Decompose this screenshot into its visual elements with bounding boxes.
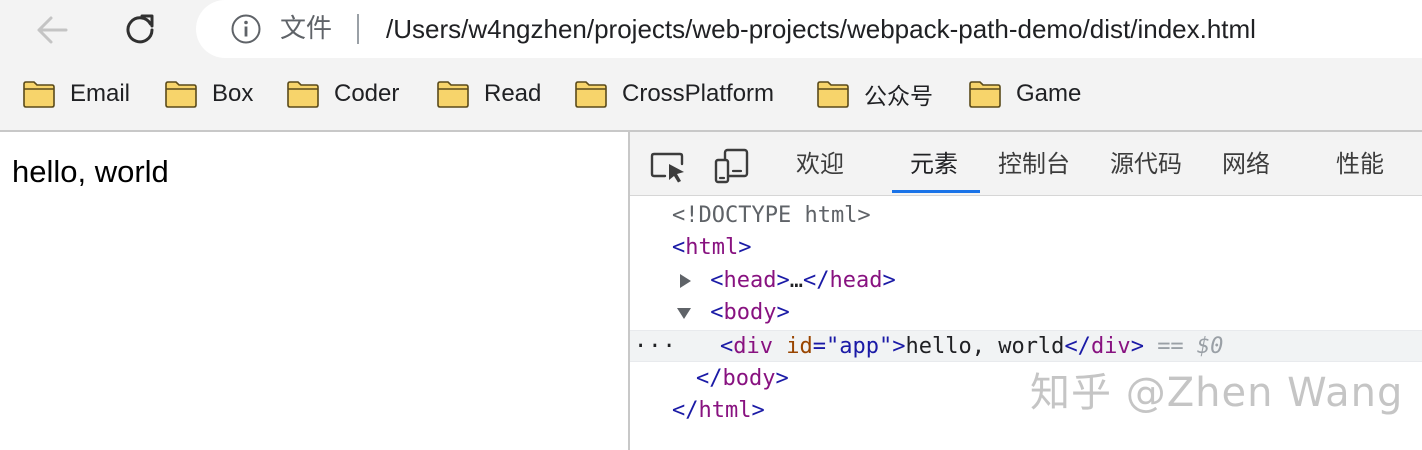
folder-icon — [437, 81, 469, 108]
html-close-tag-name: html — [698, 398, 752, 423]
dom-head-node[interactable]: <head>…</head> — [680, 265, 896, 297]
arrow-left-icon — [37, 16, 68, 44]
dom-body-close[interactable]: </body> — [696, 363, 789, 395]
html-tag-name: html — [685, 235, 739, 260]
bookmark-email[interactable]: Email — [22, 60, 130, 128]
bookmark-box[interactable]: Box — [164, 60, 253, 128]
row-menu-icon[interactable]: ··· — [634, 331, 677, 363]
watermark: 知乎 @Zhen Wang — [1030, 370, 1404, 416]
tab-network[interactable]: 网络 — [1222, 132, 1270, 196]
url-text[interactable]: /Users/w4ngzhen/projects/web-projects/we… — [386, 11, 1256, 47]
collapsed-ellipsis[interactable]: … — [790, 268, 803, 293]
dom-body-node[interactable]: <body> — [677, 297, 790, 329]
dom-doctype-node[interactable]: <!DOCTYPE html> — [672, 200, 871, 232]
back-button[interactable] — [30, 8, 74, 52]
browser-toolbar: 文件 /Users/w4ngzhen/projects/web-projects… — [0, 0, 1422, 60]
bookmark-label: Email — [70, 80, 131, 107]
address-bar[interactable]: 文件 /Users/w4ngzhen/projects/web-projects… — [196, 0, 1422, 58]
expand-arrow-icon[interactable] — [680, 274, 691, 288]
bookmark-label: Game — [1016, 80, 1082, 107]
doctype-text: <!DOCTYPE html> — [672, 203, 871, 228]
bookmark-label: Box — [212, 80, 254, 107]
bookmark-label: 公众号 — [864, 84, 933, 110]
collapse-arrow-icon[interactable] — [677, 307, 691, 319]
page-text: hello, world — [12, 154, 169, 189]
tab-elements[interactable]: 元素 — [910, 132, 958, 196]
folder-icon — [817, 81, 849, 108]
bookmark-game[interactable]: Game — [968, 60, 1081, 128]
inspect-element-icon[interactable] — [648, 146, 688, 186]
device-toolbar-icon[interactable] — [712, 146, 752, 186]
bookmark-label: CrossPlatform — [622, 80, 775, 107]
tab-console[interactable]: 控制台 — [998, 132, 1070, 196]
tab-performance[interactable]: 性能 — [1336, 132, 1384, 196]
dom-html-close[interactable]: </html> — [672, 395, 765, 427]
bookmark-gongzhonghao[interactable]: 公众号 — [816, 60, 933, 128]
dom-div-node-selected[interactable]: ··· <div id="app">hello, world</div> == … — [630, 330, 1422, 362]
dom-html-node[interactable]: <html> — [672, 232, 751, 264]
address-separator — [357, 14, 359, 44]
head-close-tag-name: head — [829, 268, 883, 293]
folder-icon — [165, 81, 197, 108]
attr-value: "app" — [826, 334, 893, 359]
div-tag-name: div — [733, 334, 773, 359]
bookmark-label: Coder — [334, 80, 400, 107]
bookmark-label: Read — [484, 80, 542, 107]
bookmarks-bar: Email Box Coder Read CrossPlatform 公众号 G… — [0, 60, 1422, 130]
selected-node-ref: == $0 — [1157, 334, 1224, 359]
div-close-tag-name: div — [1090, 334, 1131, 359]
folder-icon — [287, 81, 319, 108]
body-tag-name: body — [723, 300, 777, 325]
active-tab-indicator — [892, 190, 980, 193]
url-scheme-label: 文件 — [280, 14, 333, 44]
folder-icon — [23, 81, 55, 108]
bookmark-crossplatform[interactable]: CrossPlatform — [574, 60, 774, 128]
div-text-content: hello, world — [905, 334, 1065, 359]
tab-welcome[interactable]: 欢迎 — [796, 132, 844, 196]
devtools-tabbar: 欢迎 元素 控制台 源代码 网络 性能 — [630, 132, 1422, 196]
body-close-tag-name: body — [722, 366, 776, 391]
head-tag-name: head — [723, 268, 777, 293]
tab-sources[interactable]: 源代码 — [1110, 132, 1182, 196]
info-icon[interactable] — [230, 13, 262, 45]
folder-icon — [969, 81, 1001, 108]
folder-icon — [575, 81, 607, 108]
reload-button[interactable] — [118, 8, 162, 52]
page-viewport: hello, world — [0, 132, 628, 450]
attr-name: id — [786, 334, 813, 359]
bookmark-coder[interactable]: Coder — [286, 60, 399, 128]
reload-icon — [126, 14, 154, 44]
bookmark-read[interactable]: Read — [436, 60, 541, 128]
